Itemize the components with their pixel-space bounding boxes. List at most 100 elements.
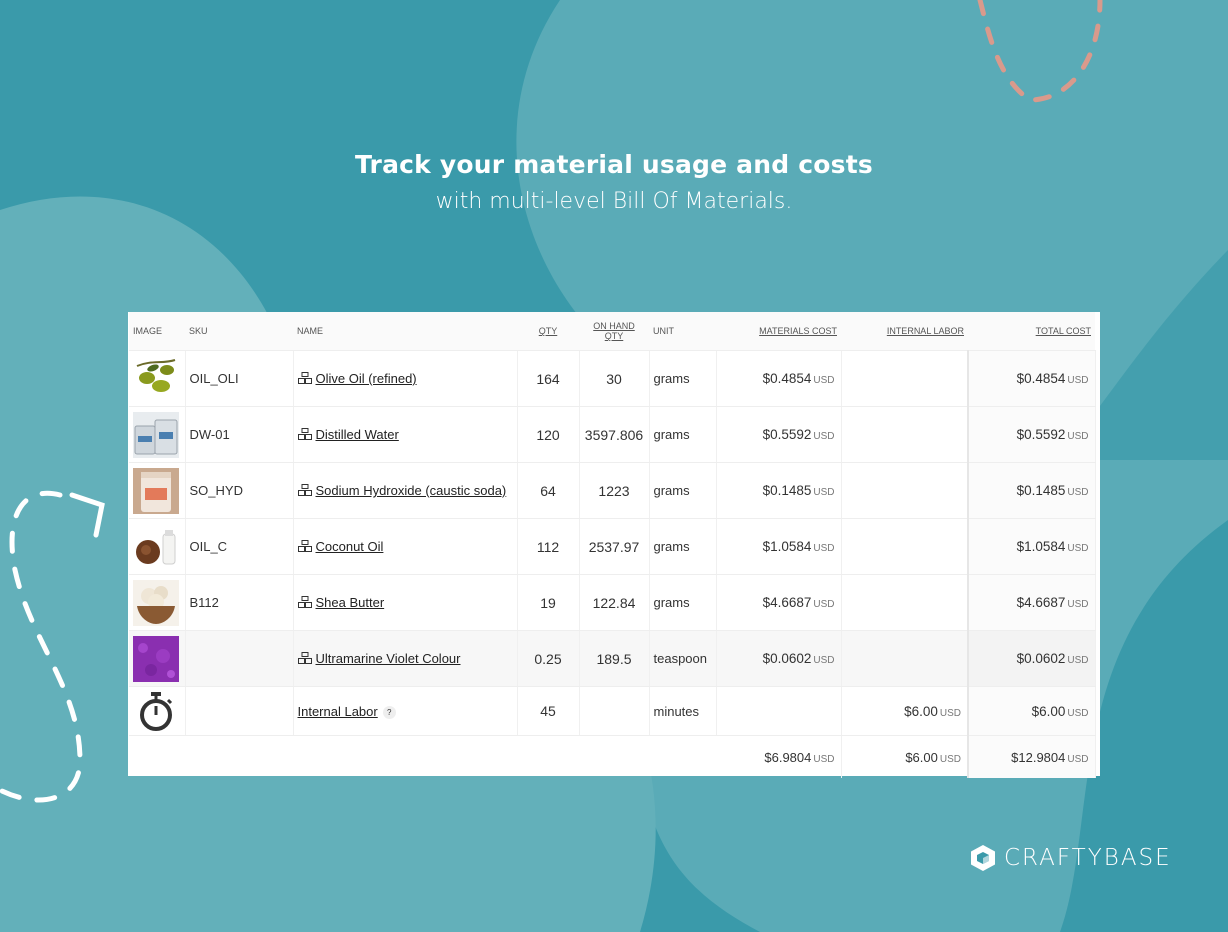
row-name: Internal Labor? xyxy=(293,686,518,736)
row-total-cost: $1.0584 USD xyxy=(967,518,1096,575)
row-name: Sodium Hydroxide (caustic soda) xyxy=(293,462,518,519)
brand-logo: CRAFTYBASE xyxy=(970,844,1172,872)
material-link-sodium-hydroxide[interactable]: Sodium Hydroxide (caustic soda) xyxy=(316,483,507,498)
row-materials-cost: $1.0584 USD xyxy=(716,518,842,575)
material-link-ultramarine-violet[interactable]: Ultramarine Violet Colour xyxy=(316,651,461,666)
material-link-distilled-water[interactable]: Distilled Water xyxy=(316,427,399,442)
headline-title: Track your material usage and costs xyxy=(355,150,873,179)
bom-table-card: IMAGE SKU NAME QTY ON HAND QTY UNIT MATE… xyxy=(128,312,1100,778)
row-sku: B112 xyxy=(185,574,294,631)
row-on-hand: 2537.97 xyxy=(579,518,650,575)
row-materials-cost: $0.0602 USD xyxy=(716,630,842,687)
headline: Track your material usage and costs with… xyxy=(0,150,1228,214)
row-on-hand: 1223 xyxy=(579,462,650,519)
row-internal-labor xyxy=(841,518,969,575)
row-unit: teaspoon xyxy=(649,630,717,687)
internal-labor-link[interactable]: Internal Labor xyxy=(298,704,378,719)
brand-name: CRAFTYBASE xyxy=(1004,845,1172,871)
row-internal-labor xyxy=(841,350,969,407)
row-on-hand: 122.84 xyxy=(579,574,650,631)
row-qty: 0.25 xyxy=(517,630,580,687)
row-sku: OIL_OLI xyxy=(185,350,294,407)
row-name: Coconut Oil xyxy=(293,518,518,575)
row-qty: 164 xyxy=(517,350,580,407)
row-unit: grams xyxy=(649,574,717,631)
header-name[interactable]: NAME xyxy=(293,312,517,351)
bom-icon xyxy=(297,484,312,496)
table-row-labor: Internal Labor? 45 minutes $6.00 USD $6.0… xyxy=(129,686,1096,736)
row-materials-cost xyxy=(716,686,842,736)
header-image: IMAGE xyxy=(129,312,185,351)
row-on-hand: 30 xyxy=(579,350,650,407)
header-on-hand[interactable]: ON HAND QTY xyxy=(579,312,649,351)
row-total-cost: $0.5592 USD xyxy=(967,406,1096,463)
row-image xyxy=(129,686,186,736)
row-image xyxy=(129,406,186,463)
stopwatch-icon xyxy=(140,692,173,731)
row-qty: 45 xyxy=(517,686,580,736)
header-qty[interactable]: QTY xyxy=(517,312,579,351)
row-total-cost: $4.6687 USD xyxy=(967,574,1096,631)
row-materials-cost: $0.1485 USD xyxy=(716,462,842,519)
header-internal-labor[interactable]: INTERNAL LABOR xyxy=(841,312,968,351)
table-row: SO_HYD Sodium Hydroxide (caustic soda) 6… xyxy=(129,462,1096,519)
bom-table: IMAGE SKU NAME QTY ON HAND QTY UNIT MATE… xyxy=(129,312,1096,778)
row-materials-cost: $4.6687 USD xyxy=(716,574,842,631)
material-link-olive-oil[interactable]: Olive Oil (refined) xyxy=(316,371,417,386)
row-total-cost: $0.1485 USD xyxy=(967,462,1096,519)
headline-subtitle: with multi-level Bill Of Materials. xyxy=(435,189,793,214)
row-qty: 112 xyxy=(517,518,580,575)
header-materials-cost[interactable]: MATERIALS COST xyxy=(716,312,841,351)
row-materials-cost: $0.5592 USD xyxy=(716,406,842,463)
row-sku xyxy=(185,630,294,687)
row-internal-labor xyxy=(841,406,969,463)
row-internal-labor xyxy=(841,630,969,687)
row-name: Shea Butter xyxy=(293,574,518,631)
row-image xyxy=(129,574,186,631)
row-internal-labor: $6.00 USD xyxy=(841,686,969,736)
material-link-shea-butter[interactable]: Shea Butter xyxy=(316,595,385,610)
row-image xyxy=(129,462,186,519)
bom-icon xyxy=(297,372,312,384)
row-image xyxy=(129,518,186,575)
row-sku xyxy=(185,686,294,736)
header-sku: SKU xyxy=(185,312,293,351)
bom-icon xyxy=(297,596,312,608)
row-image xyxy=(129,350,186,407)
row-name: Olive Oil (refined) xyxy=(293,350,518,407)
row-internal-labor xyxy=(841,462,969,519)
row-unit: minutes xyxy=(649,686,717,736)
bom-icon xyxy=(297,428,312,440)
row-on-hand: 3597.806 xyxy=(579,406,650,463)
table-row: OIL_C Coconut Oil 112 2537.97 grams $1.0… xyxy=(129,518,1096,575)
olive-icon xyxy=(136,358,176,392)
row-total-cost: $0.4854 USD xyxy=(967,350,1096,407)
table-totals-row: $6.9804 USD $6.00 USD $12.9804 USD xyxy=(129,735,1096,779)
craftybase-logo-icon xyxy=(971,845,995,871)
row-sku: SO_HYD xyxy=(185,462,294,519)
header-total-cost[interactable]: TOTAL COST xyxy=(968,312,1095,351)
row-qty: 120 xyxy=(517,406,580,463)
help-icon[interactable]: ? xyxy=(382,705,396,719)
row-qty: 64 xyxy=(517,462,580,519)
row-sku: OIL_C xyxy=(185,518,294,575)
table-row: Ultramarine Violet Colour 0.25 189.5 tea… xyxy=(129,630,1096,687)
shea-bowl-icon xyxy=(133,579,179,626)
lye-jar-icon xyxy=(133,467,179,514)
row-name: Ultramarine Violet Colour xyxy=(293,630,518,687)
material-link-coconut-oil[interactable]: Coconut Oil xyxy=(316,539,384,554)
row-name: Distilled Water xyxy=(293,406,518,463)
row-internal-labor xyxy=(841,574,969,631)
bom-icon xyxy=(297,540,312,552)
row-sku: DW-01 xyxy=(185,406,294,463)
row-unit: grams xyxy=(649,350,717,407)
row-on-hand xyxy=(579,686,650,736)
total-materials-cost: $6.9804 USD xyxy=(716,735,842,778)
violet-powder-icon xyxy=(133,635,179,682)
water-jug-icon xyxy=(133,411,179,458)
row-image xyxy=(129,630,186,687)
totals-spacer xyxy=(129,736,716,779)
row-unit: grams xyxy=(649,406,717,463)
table-row: B112 Shea Butter 19 122.84 grams $4.6687… xyxy=(129,574,1096,631)
row-on-hand: 189.5 xyxy=(579,630,650,687)
